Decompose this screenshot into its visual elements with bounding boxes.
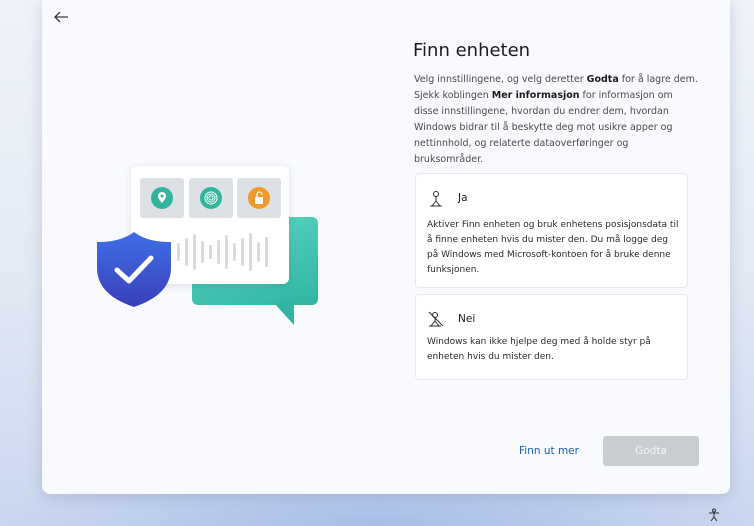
shield-check-icon: [97, 232, 171, 307]
option-yes-text: Aktiver Finn enheten og bruk enhetens po…: [427, 220, 679, 275]
accessibility-icon[interactable]: [707, 508, 721, 522]
fingerprint-tile: [189, 178, 233, 218]
location-pin-icon: [151, 187, 173, 209]
accept-button[interactable]: Godta: [603, 436, 699, 466]
unlock-icon: [248, 187, 270, 209]
description-text-1: Velg innstillingene, og velg deretter: [414, 74, 587, 85]
arrow-left-icon: [54, 11, 68, 23]
location-tile: [140, 178, 184, 218]
option-yes[interactable]: Ja Aktiver Finn enheten og bruk enhetens…: [415, 173, 688, 288]
option-no-label: Nei: [458, 313, 476, 325]
option-no-text: Windows kan ikke hjelpe deg med å holde …: [427, 337, 651, 362]
unlock-tile: [237, 178, 281, 218]
page-description: Velg innstillingene, og velg deretter Go…: [414, 72, 699, 168]
page-title: Finn enheten: [413, 40, 531, 61]
option-yes-label: Ja: [458, 192, 468, 204]
back-button[interactable]: [52, 8, 74, 28]
description-bold-accept: Godta: [586, 74, 619, 85]
description-text-3: for informasjon om disse innstillingene,…: [414, 90, 673, 165]
location-off-icon: [428, 311, 444, 327]
audio-bars: [175, 232, 275, 272]
location-person-icon: [430, 191, 442, 207]
fingerprint-icon: [200, 187, 222, 209]
chat-bubble-tail: [274, 303, 294, 325]
description-bold-more-info: Mer informasjon: [491, 90, 580, 101]
learn-more-link[interactable]: Finn ut mer: [519, 445, 579, 457]
option-no[interactable]: Nei Windows kan ikke hjelpe deg med å ho…: [415, 294, 688, 380]
